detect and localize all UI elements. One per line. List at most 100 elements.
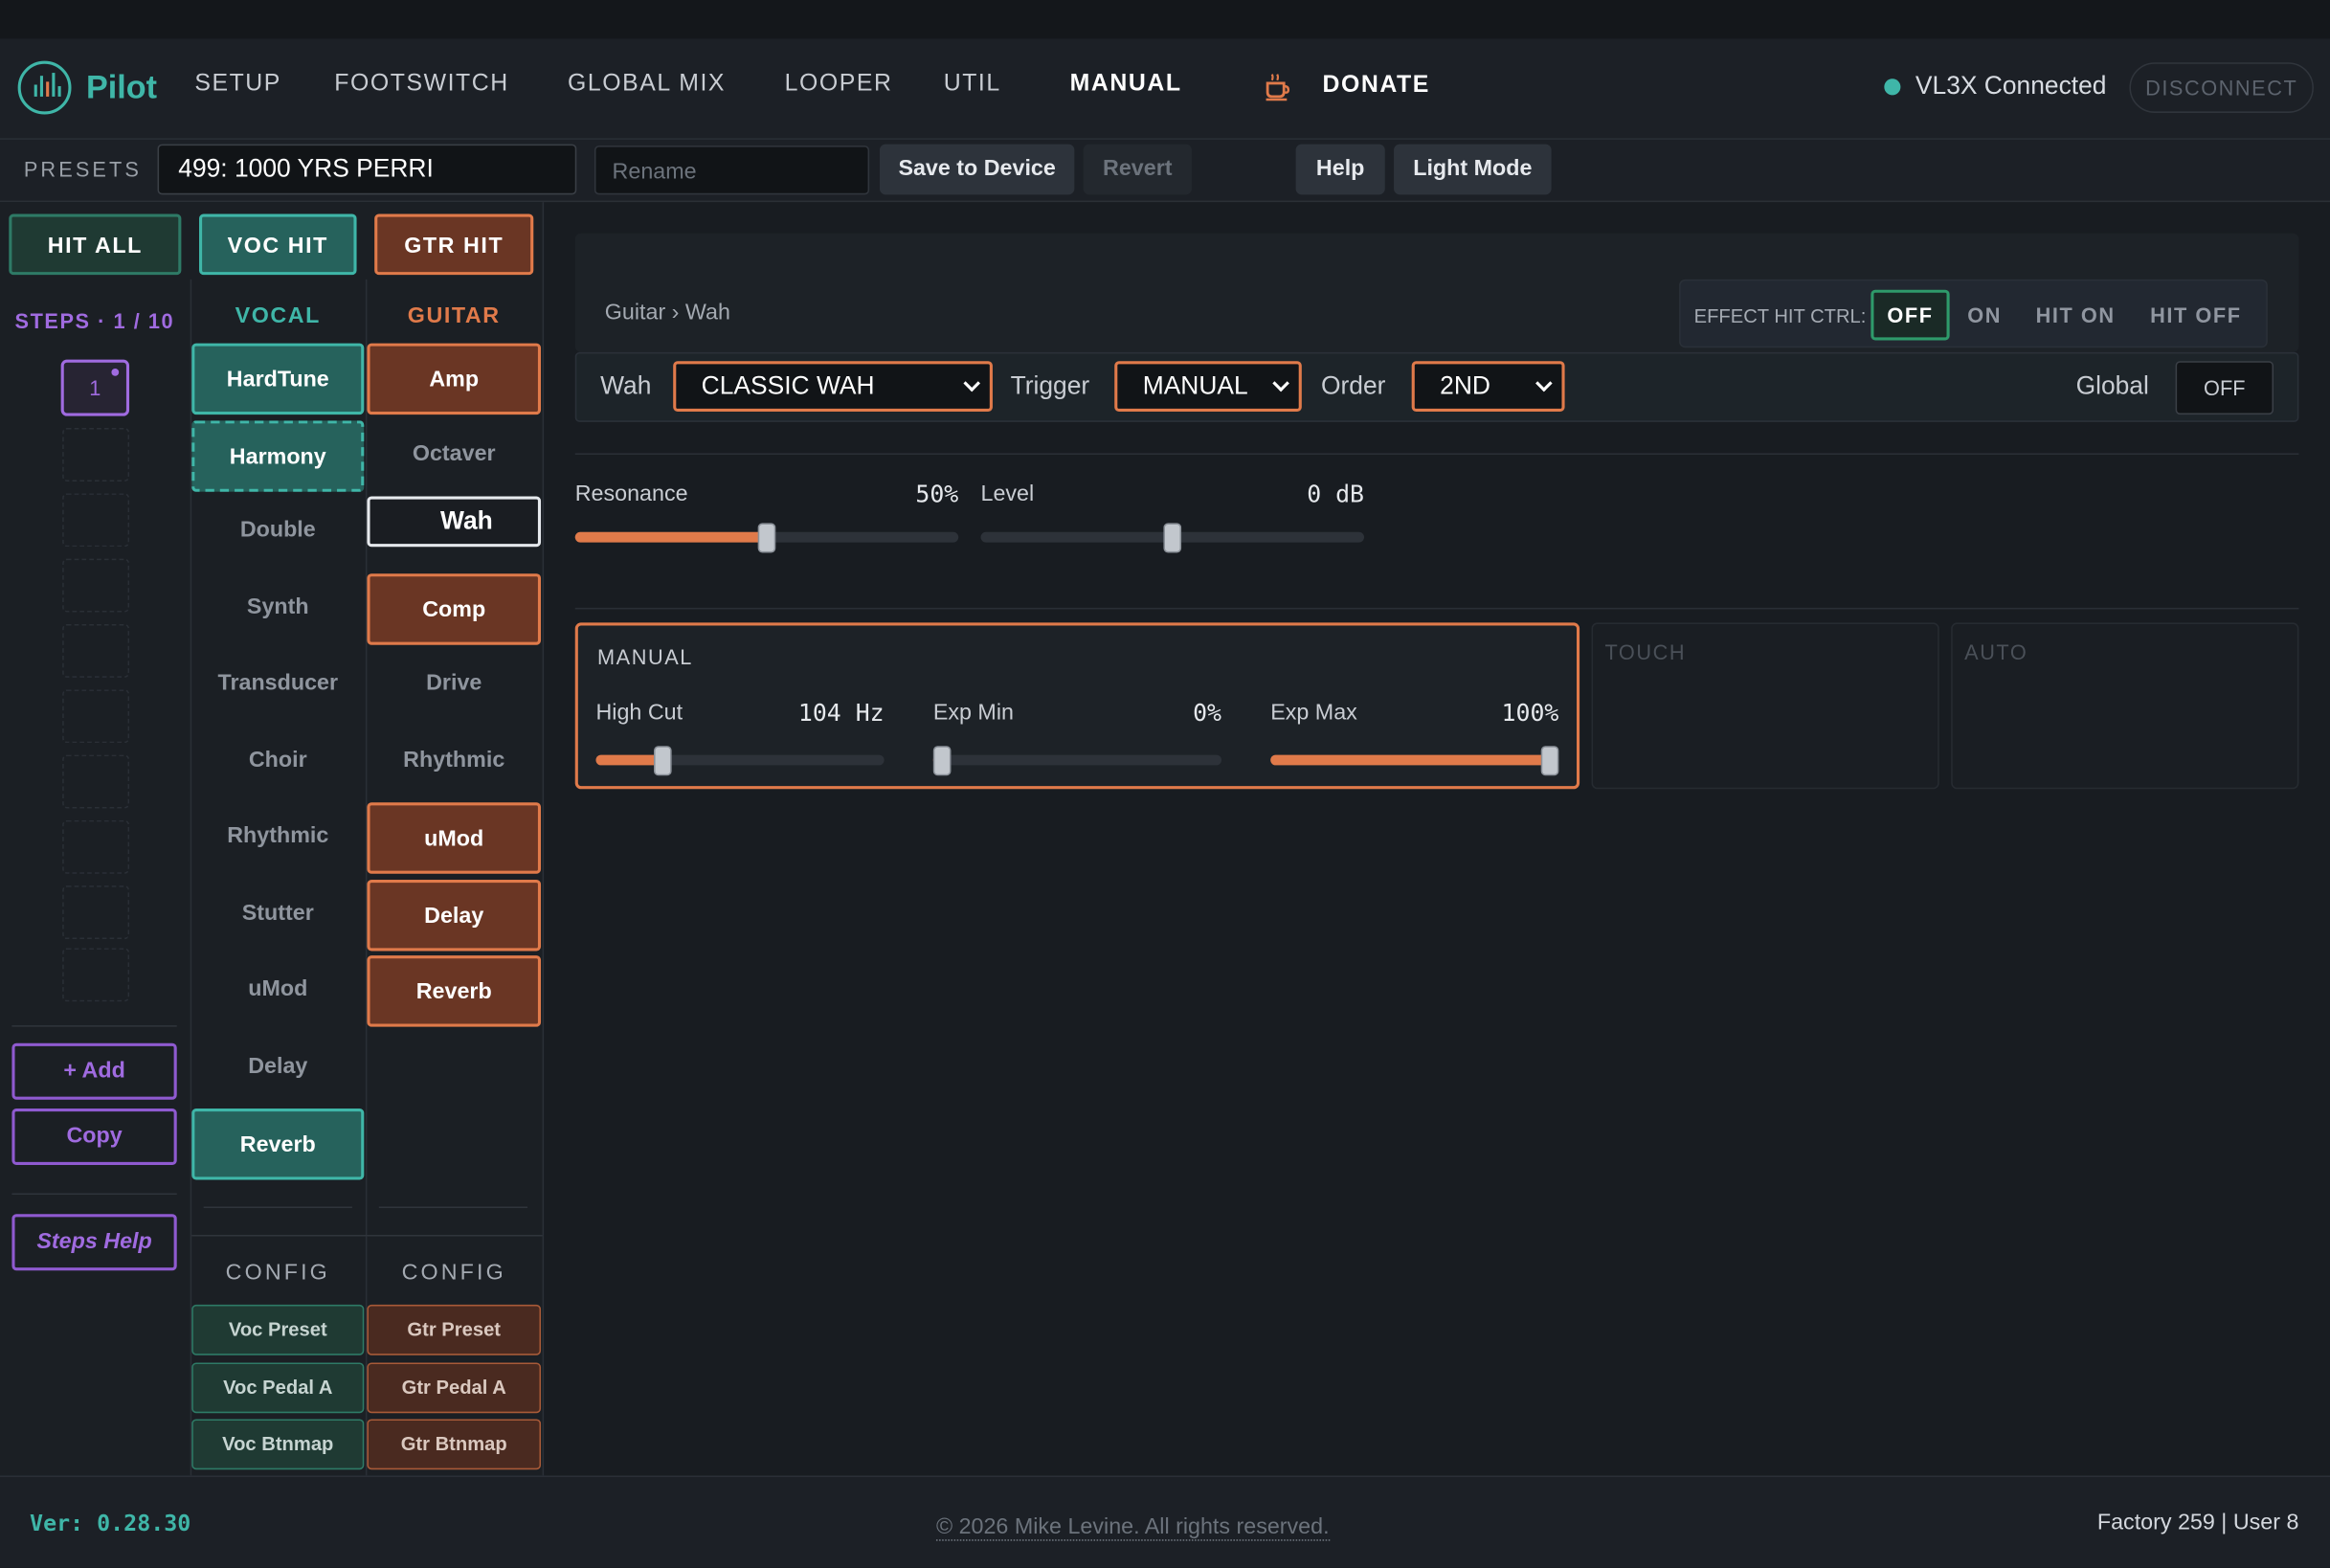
high-cut-slider[interactable] [595,746,885,776]
connection-status: VL3X Connected [1915,71,2107,101]
guitar-header: GUITAR [407,302,501,329]
resonance-slider[interactable] [574,523,959,553]
slider-fill [574,531,767,543]
steps-help-button[interactable]: Steps Help [11,1214,177,1271]
touch-panel[interactable]: TOUCH [1591,622,1939,790]
nav-footswitch[interactable]: FOOTSWITCH [334,72,508,99]
vocal-effect-synth[interactable]: Synth [191,572,364,644]
guitar-effect-rhythmic[interactable]: Rhythmic [367,726,541,797]
disconnect-button[interactable]: DISCONNECT [2129,62,2314,113]
wah-type-label: Wah [600,371,652,400]
exp-min-label: Exp Min [932,700,1014,726]
divider [191,1234,543,1237]
voc-pedal-a-button[interactable]: Voc Pedal A [191,1362,365,1414]
guitar-effect-octaver[interactable]: Octaver [367,420,541,492]
empty-step-slot[interactable] [62,948,130,1002]
slider-thumb[interactable] [1163,523,1182,553]
slider-thumb[interactable] [1540,746,1559,776]
guitar-effect-amp[interactable]: Amp [367,343,542,415]
gtr-preset-button[interactable]: Gtr Preset [367,1304,542,1355]
level-slider[interactable] [980,523,1365,553]
vocal-effect-transducer[interactable]: Transducer [191,649,364,721]
order-label: Order [1320,371,1386,400]
version-label: Ver: 0.28.30 [30,1510,191,1537]
preset-selector[interactable]: 499: 1000 YRS PERRI [157,144,577,195]
vocal-effect-double[interactable]: Double [191,496,364,568]
coffee-cup-icon [1266,74,1290,101]
level-value: 0 dB [1307,480,1365,508]
step-dot-icon [111,368,120,376]
guitar-effect-umod[interactable]: uMod [367,802,542,874]
gtr-pedal-a-button[interactable]: Gtr Pedal A [367,1362,542,1414]
step-number: 1 [89,375,101,400]
global-toggle[interactable]: OFF [2175,361,2274,415]
empty-step-slot[interactable] [62,689,130,744]
guitar-effect-reverb[interactable]: Reverb [367,955,542,1027]
hit-ctrl-on-option[interactable]: ON [1967,303,2002,327]
hit-ctrl-hit-on-option[interactable]: HIT ON [2036,303,2116,327]
guitar-effect-drive[interactable]: Drive [367,649,541,721]
rename-input[interactable]: Rename [594,146,870,195]
chevron-down-icon [1272,374,1289,392]
empty-step-slot[interactable] [62,885,130,940]
chevron-down-icon [1535,374,1553,392]
pilot-app: Pilot SETUP FOOTSWITCH GLOBAL MIX LOOPER… [0,0,2330,1568]
revert-button[interactable]: Revert [1083,144,1192,195]
slider-thumb[interactable] [653,746,672,776]
vocal-effect-choir[interactable]: Choir [191,726,364,797]
empty-step-slot[interactable] [62,428,130,482]
divider [11,1025,177,1027]
help-button[interactable]: Help [1295,144,1385,195]
copyright-link[interactable]: © 2026 Mike Levine. All rights reserved. [935,1514,1330,1541]
preset-toolbar: PRESETS 499: 1000 YRS PERRI Rename Save … [0,139,2330,203]
step-1-button[interactable]: 1 [60,359,130,416]
wah-type-value: CLASSIC WAH [701,371,875,400]
voc-btnmap-button[interactable]: Voc Btnmap [191,1419,365,1470]
guitar-effect-delay[interactable]: Delay [367,879,542,951]
guitar-effect-wah[interactable]: Wah [367,496,542,548]
empty-step-slot[interactable] [62,493,130,548]
empty-step-slot[interactable] [62,623,130,678]
nav-setup[interactable]: SETUP [194,72,281,99]
vocal-effect-reverb[interactable]: Reverb [191,1109,365,1180]
save-to-device-button[interactable]: Save to Device [879,144,1075,195]
slider-thumb[interactable] [932,746,952,776]
empty-step-slot[interactable] [62,558,130,613]
hit-ctrl-off-option[interactable]: OFF [1871,289,1950,341]
pilot-logo-icon [17,60,72,115]
hit-all-button[interactable]: HIT ALL [9,213,182,276]
gtr-btnmap-button[interactable]: Gtr Btnmap [367,1419,542,1470]
divider [574,453,2299,456]
nav-manual[interactable]: MANUAL [1070,72,1182,99]
vocal-effect-delay[interactable]: Delay [191,1032,364,1104]
hit-ctrl-hit-off-option[interactable]: HIT OFF [2150,303,2241,327]
vocal-effect-umod[interactable]: uMod [191,955,364,1027]
vocal-effect-harmony[interactable]: Harmony [191,419,365,492]
nav-global-mix[interactable]: GLOBAL MIX [568,72,726,99]
exp-max-slider[interactable] [1270,746,1559,776]
auto-panel[interactable]: AUTO [1951,622,2299,790]
nav-looper[interactable]: LOOPER [785,72,893,99]
vocal-effect-hardtune[interactable]: HardTune [191,343,365,415]
empty-step-slot[interactable] [62,819,130,874]
wah-type-select[interactable]: CLASSIC WAH [673,361,993,412]
trigger-select[interactable]: MANUAL [1114,361,1302,412]
donate-link[interactable]: DONATE [1323,73,1430,100]
voc-hit-button[interactable]: VOC HIT [199,213,357,276]
copy-step-button[interactable]: Copy [11,1109,177,1166]
empty-step-slot[interactable] [62,754,130,809]
touch-panel-title: TOUCH [1604,640,1687,664]
add-step-button[interactable]: + Add [11,1042,177,1100]
guitar-effect-comp[interactable]: Comp [367,572,542,644]
exp-max-value: 100% [1501,698,1559,728]
order-select[interactable]: 2ND [1411,361,1565,412]
resonance-label: Resonance [574,481,688,507]
gtr-hit-button[interactable]: GTR HIT [374,213,534,276]
nav-util[interactable]: UTIL [944,72,1001,99]
vocal-effect-rhythmic[interactable]: Rhythmic [191,802,364,874]
light-mode-button[interactable]: Light Mode [1394,144,1552,195]
exp-min-slider[interactable] [932,746,1221,776]
voc-preset-button[interactable]: Voc Preset [191,1304,365,1355]
slider-thumb[interactable] [757,523,776,553]
vocal-effect-stutter[interactable]: Stutter [191,879,364,951]
